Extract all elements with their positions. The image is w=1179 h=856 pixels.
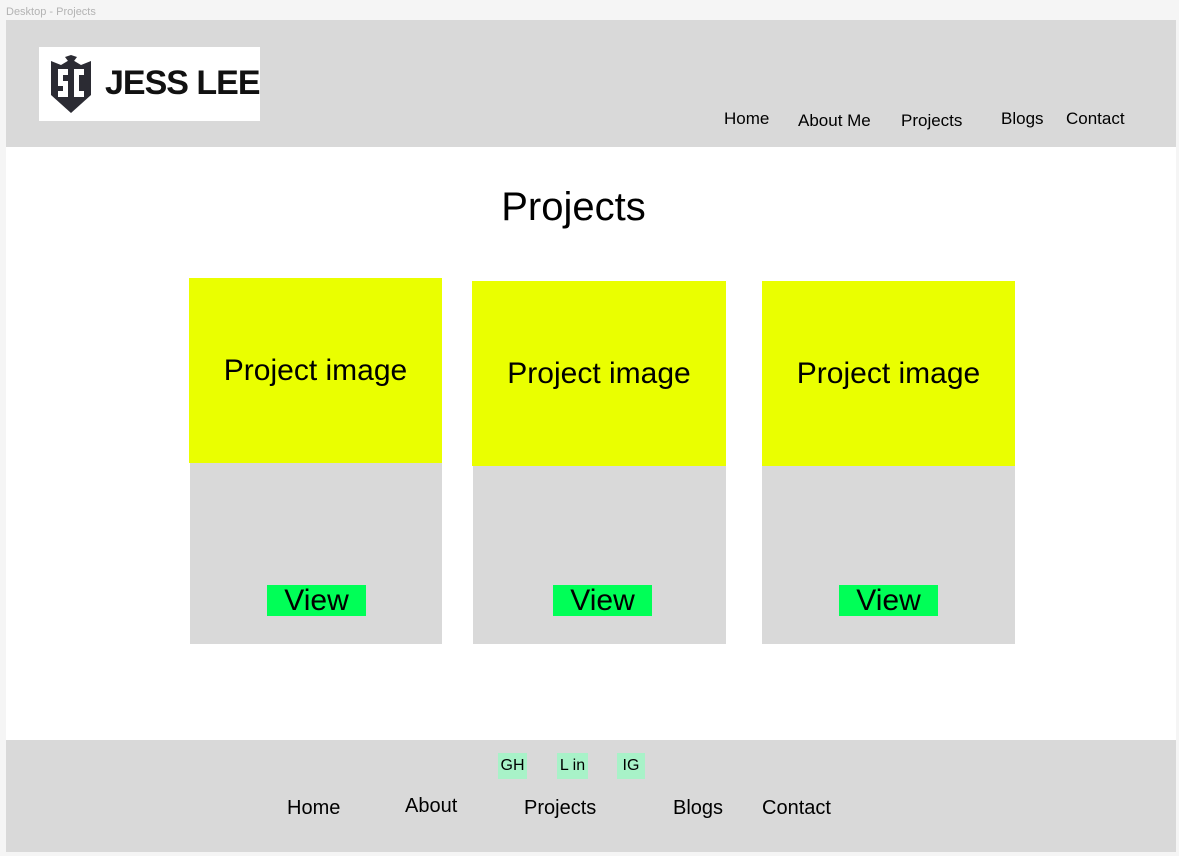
desktop-frame: JESS LEE Home About Me Projects Blogs Co… xyxy=(6,20,1176,852)
nav-about-me[interactable]: About Me xyxy=(798,111,871,131)
footer: GH L in IG Home About Projects Blogs Con… xyxy=(6,740,1176,852)
project-image-label: Project image xyxy=(507,356,691,390)
github-link[interactable]: GH xyxy=(498,753,527,779)
project-image-label: Project image xyxy=(223,353,408,387)
nav-contact[interactable]: Contact xyxy=(1066,109,1125,129)
header: JESS LEE Home About Me Projects Blogs Co… xyxy=(6,20,1176,147)
page-title: Projects xyxy=(501,185,646,229)
view-button[interactable]: View xyxy=(553,583,652,617)
instagram-link[interactable]: IG xyxy=(617,753,645,779)
linkedin-link[interactable]: L in xyxy=(557,753,588,779)
footer-nav-projects[interactable]: Projects xyxy=(524,796,596,820)
nav-home[interactable]: Home xyxy=(724,109,769,129)
logo[interactable]: JESS LEE xyxy=(39,47,261,121)
view-button-label: View xyxy=(570,583,635,617)
project-image[interactable]: Project image xyxy=(472,281,726,466)
view-button[interactable]: View xyxy=(839,583,938,617)
view-button-label: View xyxy=(856,583,921,617)
footer-nav-home[interactable]: Home xyxy=(287,796,340,820)
project-image[interactable]: Project image xyxy=(189,278,442,463)
nav-projects[interactable]: Projects xyxy=(901,111,962,131)
view-button-label: View xyxy=(284,583,349,617)
footer-nav-about[interactable]: About xyxy=(405,794,457,818)
frame-label: Desktop - Projects xyxy=(6,6,96,18)
nav-blogs[interactable]: Blogs xyxy=(1001,109,1044,129)
logo-text: JESS LEE xyxy=(105,64,261,102)
footer-nav-blogs[interactable]: Blogs xyxy=(673,796,723,820)
project-image[interactable]: Project image xyxy=(762,281,1015,466)
view-button[interactable]: View xyxy=(267,583,366,617)
shield-monogram-icon xyxy=(51,55,91,113)
project-image-label: Project image xyxy=(796,356,981,390)
footer-nav-contact[interactable]: Contact xyxy=(762,796,831,820)
